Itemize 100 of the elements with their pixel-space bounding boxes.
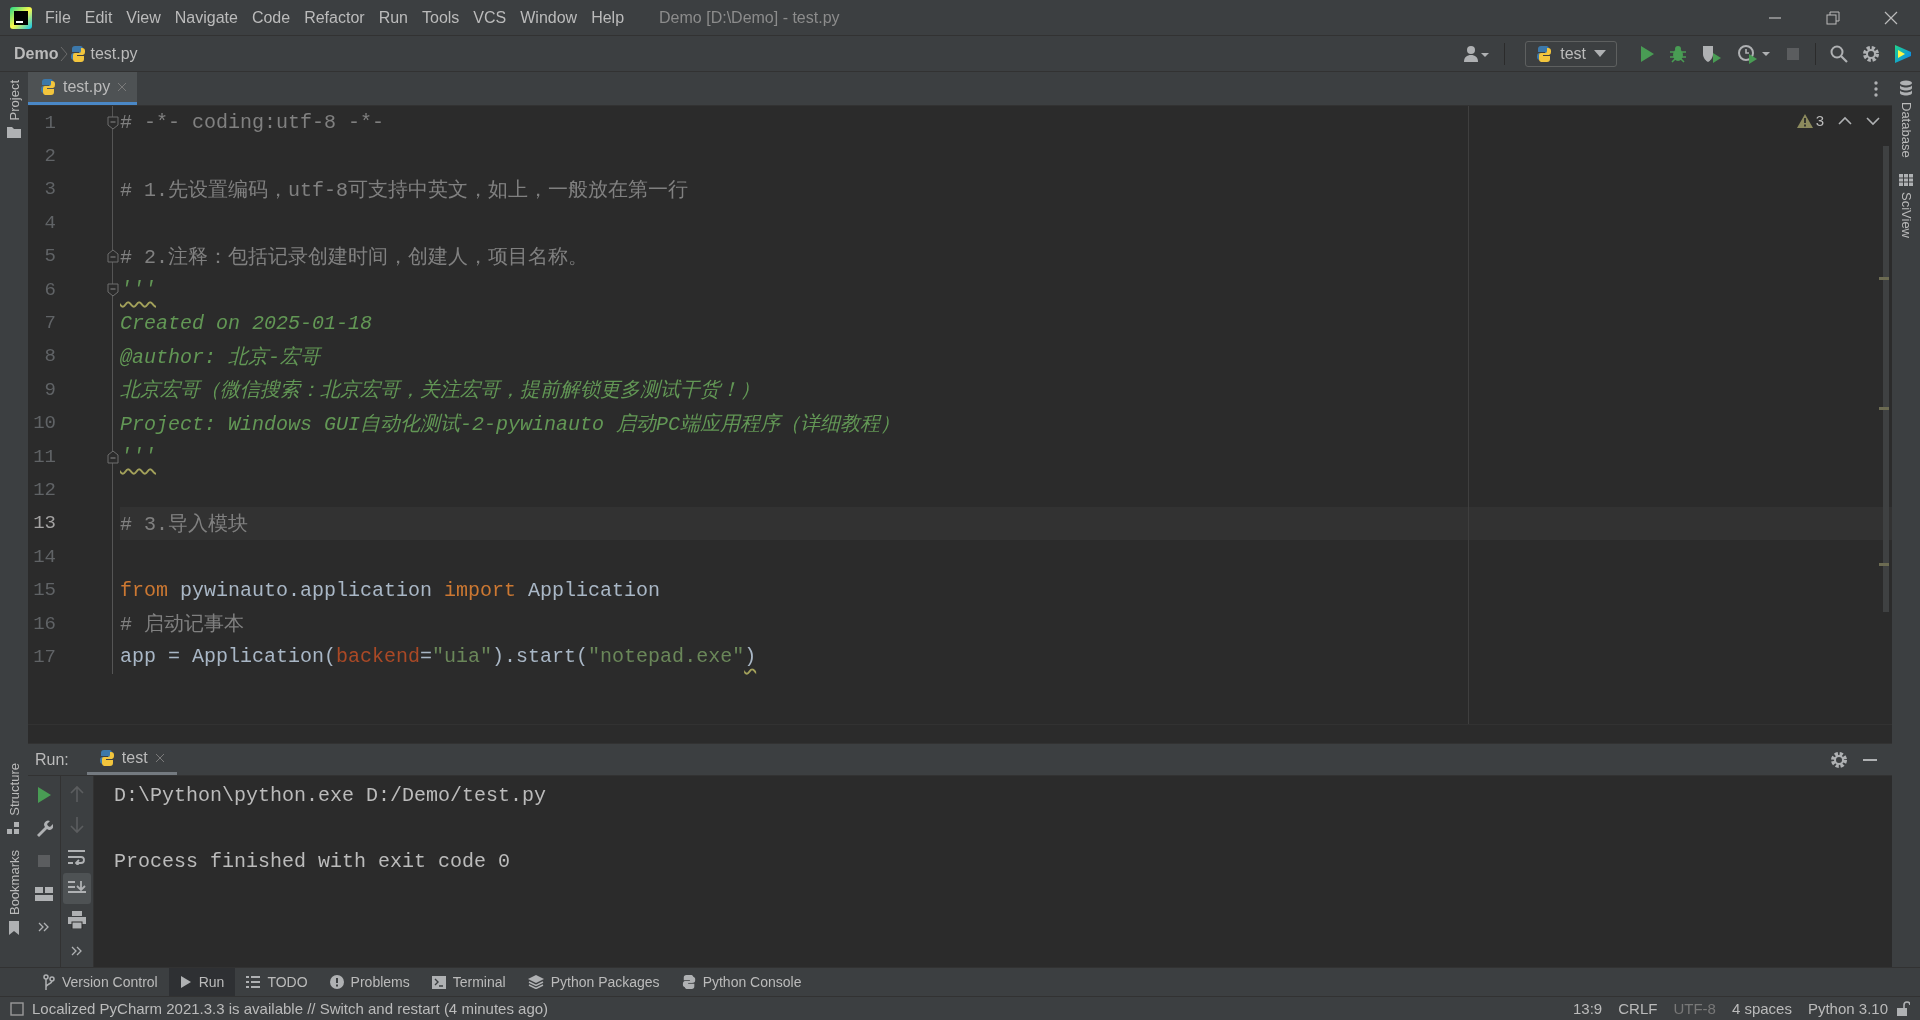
line-number: 5 [43,245,56,268]
line-number: 4 [43,211,56,234]
menu-item[interactable]: Refactor [297,8,372,27]
menu-item[interactable]: Tools [415,8,467,27]
branch-icon [43,974,55,990]
menu-item[interactable]: File [38,8,78,27]
tool-window-button[interactable]: Structure [6,755,22,842]
down-icon[interactable] [1866,115,1880,126]
status-item[interactable]: Python 3.10 [1807,1000,1888,1017]
code-line: # -*- coding:utf-8 -*- [120,110,385,137]
printer-icon[interactable] [68,910,86,929]
fold-marker-icon[interactable] [107,249,119,264]
run-icon[interactable] [1639,44,1655,63]
warning-icon [1796,113,1813,128]
tool-window-button[interactable]: Database [1898,72,1914,166]
line-number: 8 [43,345,56,368]
run-tab[interactable]: test [86,744,177,775]
run-config-dropdown[interactable]: test [1525,40,1617,67]
editor-tab[interactable]: test.py [28,72,138,105]
tool-window-button[interactable]: Project [6,72,22,147]
layers-icon [527,975,544,989]
layout-icon[interactable] [35,886,53,901]
code-line: Project: Windows GUI自动化测试-2-pywinauto 启动PC端应用程序（详细教程） [120,411,901,438]
tool-window-button[interactable]: SciView [1898,165,1914,246]
menu-item[interactable]: Edit [77,8,120,27]
tool-window-button[interactable]: Bookmarks [6,841,22,943]
line-number: 9 [43,378,56,401]
code-line: from pywinauto.application import Application [120,577,661,604]
fold-marker-icon[interactable] [107,115,119,130]
status-message[interactable]: Localized PyCharm 2021.3.3 is available // Switch and restart (4 minutes ago) [32,1000,549,1017]
tool-window-button[interactable]: Python Console [670,968,813,996]
code-line: Created on 2025-01-18 [120,310,373,337]
folder-icon [7,126,21,139]
menu-item[interactable]: Run [371,8,415,27]
console-line: Process finished with exit code 0 [114,849,512,875]
window-title: Demo [D:\Demo] - test.py [659,8,840,27]
line-number: 17 [32,645,56,668]
tool-window-button[interactable]: Python Packages [516,968,671,996]
menu-item[interactable]: VCS [466,8,514,27]
code-line: # 1.先设置编码，utf-8可支持中英文，如上，一般放在第一行 [120,177,689,204]
terminal-icon [431,975,446,989]
restore-icon[interactable] [1826,10,1840,25]
line-number: 15 [32,579,56,602]
shield-play-icon[interactable] [1701,43,1723,64]
settings-icon[interactable] [1862,44,1880,63]
menu-item[interactable]: Window [513,8,585,27]
clock-play-icon[interactable] [1737,43,1771,64]
breadcrumb-file[interactable]: test.py [90,44,138,63]
line-number: 3 [43,178,56,201]
bug-icon[interactable] [1669,44,1687,63]
console-line: D:\Python\python.exe D:/Demo/test.py [114,783,547,809]
code-line: # 启动记事本 [120,612,244,639]
fold-marker-icon[interactable] [107,449,119,464]
tool-window-button[interactable]: TODO [235,968,319,996]
tool-window-button[interactable]: Terminal [420,968,517,996]
line-number: 2 [43,145,56,168]
up-icon[interactable] [1838,115,1852,126]
bookmark-icon [8,921,20,935]
breadcrumb-project[interactable]: Demo [14,44,59,63]
line-number: 10 [32,412,56,435]
run-icon[interactable] [36,785,52,804]
tool-window-button[interactable]: Problems [318,968,421,996]
close-icon[interactable] [154,753,165,763]
fold-marker-icon[interactable] [107,282,119,297]
status-item[interactable]: 4 spaces [1731,1000,1792,1017]
app-logo-icon[interactable] [10,6,32,29]
python-icon [40,78,56,96]
close-icon[interactable] [1884,10,1898,25]
search-icon[interactable] [1830,44,1848,63]
code-line: 北京宏哥（微信搜索：北京宏哥，关注宏哥，提前解锁更多测试干货！） [120,378,760,405]
double-chevron-icon[interactable] [71,946,83,957]
menu-item[interactable]: Navigate [167,8,245,27]
line-number: 11 [32,445,56,468]
menu-item[interactable]: View [119,8,168,27]
soft-wrap-icon[interactable] [68,848,86,865]
list-icon [246,976,261,988]
status-item[interactable]: CRLF [1618,1000,1658,1017]
warning-count[interactable]: 3 [1796,112,1824,129]
user-icon[interactable] [1464,44,1491,63]
menu-item[interactable]: Code [244,8,298,27]
menu-item[interactable]: Help [584,8,632,27]
structure-icon [7,821,21,834]
tool-window-button[interactable]: Version Control [32,968,169,996]
status-item[interactable]: 13:9 [1573,1000,1603,1017]
exclamation-icon [329,975,344,989]
line-number: 16 [32,612,56,635]
python-icon [1536,44,1553,63]
wrench-icon[interactable] [35,818,53,837]
gradient-logo-icon[interactable] [1894,43,1912,64]
double-chevron-icon[interactable] [38,921,50,932]
code-line: ''' [120,277,156,304]
more-icon[interactable] [1874,80,1878,97]
python-icon [98,749,115,767]
caret-icon [1594,49,1606,58]
settings-icon[interactable] [1830,750,1848,769]
panel-toggle-icon[interactable] [10,1001,24,1016]
scrollbar-drawing[interactable] [1879,146,1889,612]
run-label: Run: [35,750,69,769]
lock-icon[interactable] [1896,1000,1910,1017]
tool-window-button[interactable]: Run [168,968,236,996]
